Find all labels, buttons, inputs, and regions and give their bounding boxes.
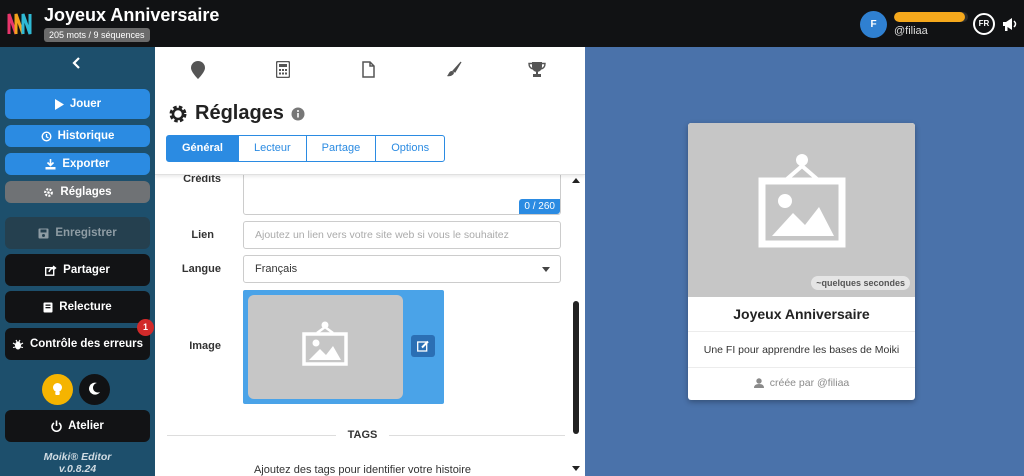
user-progress-bar: [894, 12, 968, 22]
card-image-placeholder: ~quelques secondes: [688, 123, 915, 297]
language-select[interactable]: Français: [243, 255, 561, 283]
image-label: Image: [189, 340, 221, 352]
language-select-value: Français: [255, 263, 298, 275]
settings-header: Réglages Général Lecteur Partage Options: [155, 47, 585, 175]
atelier-button[interactable]: Atelier: [5, 410, 150, 442]
image-picker[interactable]: [243, 290, 444, 404]
card-divider: [688, 367, 915, 368]
error-count-badge: 1: [137, 319, 154, 336]
card-author-text: créée par @filiaa: [769, 377, 850, 389]
app-logo-icon[interactable]: [6, 9, 38, 37]
tab-general[interactable]: Général: [166, 135, 239, 162]
moon-icon: [89, 382, 100, 395]
power-icon: [51, 420, 62, 432]
save-button-label: Enregistrer: [55, 227, 117, 239]
info-icon[interactable]: [291, 107, 305, 121]
image-placeholder: [248, 295, 403, 399]
calculator-icon[interactable]: [276, 61, 290, 78]
settings-button-label: Réglages: [60, 186, 112, 198]
atelier-button-label: Atelier: [68, 420, 104, 432]
tags-section-title: TAGS: [155, 429, 570, 441]
history-icon: [41, 130, 52, 142]
user-progress-fill: [894, 12, 966, 22]
story-title: Joyeux Anniversaire: [44, 5, 220, 25]
trophy-icon[interactable]: [528, 61, 546, 78]
play-button-label: Jouer: [69, 98, 102, 110]
book-icon: [43, 302, 53, 312]
megaphone-icon[interactable]: [1001, 15, 1019, 33]
preview-area: ~quelques secondes Joyeux Anniversaire U…: [585, 47, 1024, 476]
language-label: Langue: [181, 263, 221, 275]
link-label: Lien: [191, 229, 214, 241]
tab-reader[interactable]: Lecteur: [237, 135, 307, 162]
save-button[interactable]: Enregistrer: [5, 217, 150, 249]
file-icon[interactable]: [362, 61, 375, 78]
review-button[interactable]: Relecture: [5, 291, 150, 323]
tags-title-text: TAGS: [335, 429, 390, 441]
play-icon: [54, 98, 64, 110]
edit-image-button[interactable]: [411, 335, 435, 357]
download-icon: [45, 158, 56, 169]
gear-icon: [44, 187, 54, 197]
card-title: Joyeux Anniversaire: [733, 306, 870, 322]
dark-theme-toggle[interactable]: [79, 374, 110, 405]
editor-name: Moiki® Editor: [43, 451, 112, 463]
bug-icon: [12, 339, 24, 349]
settings-button[interactable]: Réglages: [5, 181, 150, 203]
card-divider: [688, 331, 915, 332]
settings-panel: Réglages Général Lecteur Partage Options…: [155, 47, 585, 476]
story-stats-badge: 205 mots / 9 séquences: [44, 28, 150, 42]
export-button[interactable]: Exporter: [5, 153, 150, 175]
chevron-left-icon: [72, 57, 80, 69]
settings-tabs: Général Lecteur Partage Options: [166, 135, 446, 162]
light-theme-toggle[interactable]: [42, 374, 73, 405]
image-placeholder-icon: [758, 154, 846, 248]
collapse-sidebar-button[interactable]: [0, 53, 155, 73]
reading-time-badge: ~quelques secondes: [811, 276, 910, 290]
settings-title: Réglages: [168, 102, 305, 125]
credits-char-count: 0 / 260: [519, 199, 560, 214]
tab-options[interactable]: Options: [375, 135, 446, 162]
sidebar: Jouer Historique Exporter Réglages Enreg…: [0, 47, 155, 476]
scroll-up-arrow[interactable]: [572, 178, 580, 183]
export-button-label: Exporter: [62, 158, 110, 170]
link-input[interactable]: Ajoutez un lien vers votre site web si v…: [243, 221, 561, 249]
scrollbar-thumb[interactable]: [573, 301, 579, 434]
gear-icon: [169, 105, 187, 122]
username[interactable]: @filiaa: [894, 25, 928, 37]
tab-sharing[interactable]: Partage: [305, 135, 377, 162]
floppy-disk-icon: [38, 228, 49, 238]
image-placeholder-icon: [302, 321, 348, 366]
story-preview-card[interactable]: ~quelques secondes Joyeux Anniversaire U…: [688, 123, 915, 400]
share-button[interactable]: Partager: [5, 254, 150, 286]
top-bar: Joyeux Anniversaire 205 mots / 9 séquenc…: [0, 0, 1024, 47]
review-button-label: Relecture: [59, 301, 112, 313]
history-button[interactable]: Historique: [5, 125, 150, 147]
lightbulb-icon: [53, 383, 62, 395]
editor-version: v.0.8.24: [58, 463, 97, 475]
user-icon: [753, 378, 764, 388]
language-switch[interactable]: FR: [973, 13, 995, 35]
user-avatar[interactable]: F: [860, 11, 887, 38]
share-button-label: Partager: [63, 264, 110, 276]
caret-down-icon: [542, 267, 550, 272]
card-author: créée par @filiaa: [688, 377, 915, 389]
map-marker-icon[interactable]: [191, 61, 205, 79]
card-description: Une FI pour apprendre les bases de Moiki: [703, 344, 900, 356]
settings-title-text: Réglages: [195, 102, 284, 124]
error-check-button[interactable]: Contrôle des erreurs: [5, 328, 150, 360]
tags-hint: Ajoutez des tags pour identifier votre h…: [253, 464, 472, 476]
share-icon: [45, 264, 57, 276]
edit-icon: [417, 340, 429, 352]
scroll-down-arrow[interactable]: [572, 466, 580, 471]
error-check-button-label: Contrôle des erreurs: [29, 338, 144, 350]
paint-brush-icon[interactable]: [445, 61, 462, 78]
play-button[interactable]: Jouer: [5, 89, 150, 119]
history-button-label: Historique: [57, 130, 115, 142]
